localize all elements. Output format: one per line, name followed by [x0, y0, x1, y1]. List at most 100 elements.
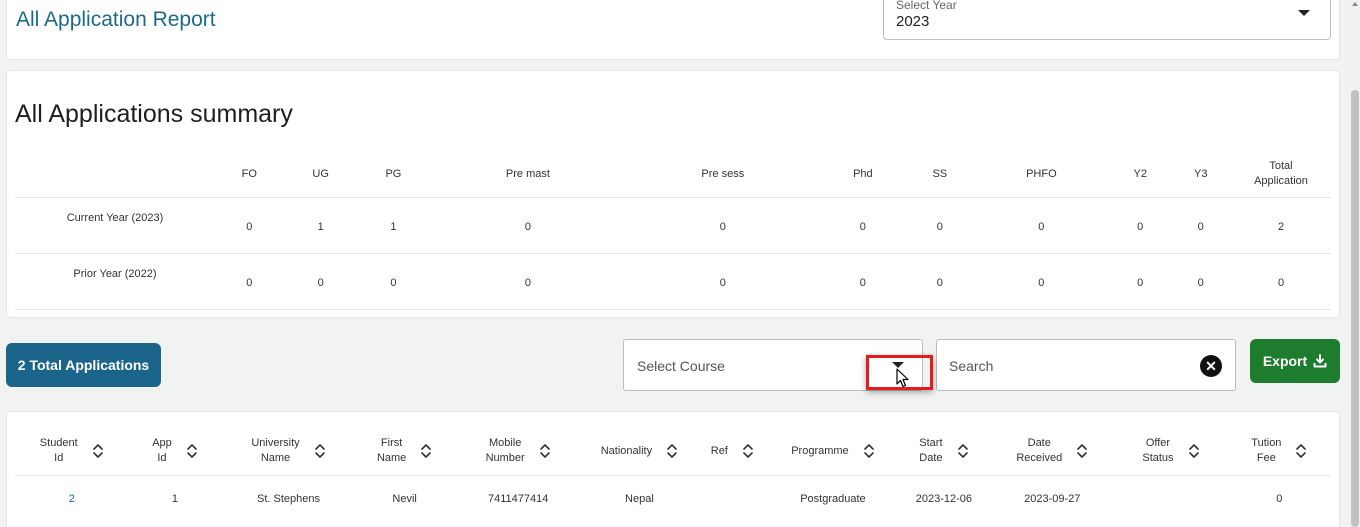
summary-cell: 0 [626, 196, 819, 253]
table-cell: 2023-09-27 [990, 474, 1115, 523]
table-cell: Postgraduate [768, 474, 898, 523]
scroll-up-icon[interactable] [1352, 2, 1358, 6]
close-circle-icon[interactable]: ✕ [1200, 355, 1222, 377]
summary-row: Current Year (2023) 0 1 1 0 0 0 0 0 0 0 2 [15, 196, 1331, 253]
applications-card: Student Id App Id University Name First Name Mob… [6, 411, 1340, 527]
column-header[interactable]: Ref [696, 428, 768, 475]
summary-cell: 0 [1170, 252, 1231, 310]
column-header-label: Student [39, 437, 78, 450]
summary-cell: 2 [1231, 196, 1331, 253]
summary-cell: 0 [818, 252, 907, 310]
summary-column-header: Total Application [1254, 159, 1308, 187]
table-cell [696, 474, 769, 523]
sort-icon[interactable] [863, 443, 875, 459]
column-header-label: Received [1016, 452, 1063, 465]
column-header-label: Tution [1251, 437, 1282, 450]
course-select-placeholder: Select Course [637, 358, 725, 374]
column-header-label: Number [485, 452, 525, 465]
table-cell: 2 [15, 474, 129, 523]
table-cell: 7411477414 [453, 474, 583, 523]
summary-cell: 0 [626, 252, 819, 310]
summary-column-header: SS [932, 167, 948, 180]
summary-cell: 1 [283, 196, 358, 253]
summary-column-header: UG [312, 167, 329, 180]
export-button-label: Export [1262, 353, 1308, 369]
page-title: All Application Report [16, 8, 216, 31]
sort-icon[interactable] [186, 443, 198, 459]
column-header-label: Id [157, 452, 167, 465]
sort-icon[interactable] [957, 443, 969, 459]
summary-cell: 0 [1170, 196, 1231, 253]
summary-column-header: Pre mast [505, 167, 550, 180]
caret-down-icon[interactable] [1298, 10, 1310, 16]
column-header[interactable]: Programme [768, 428, 897, 475]
summary-cell: 0 [1109, 252, 1171, 310]
summary-column-header: Pre sess [701, 167, 745, 180]
year-select-value: 2023 [896, 13, 930, 30]
column-header[interactable]: Start Date [897, 428, 990, 475]
sort-icon[interactable] [1295, 443, 1307, 459]
summary-title: All Applications summary [15, 100, 293, 128]
summary-cell: 0 [906, 196, 973, 253]
column-header-label: Offer [1145, 437, 1171, 450]
table-row[interactable]: 2 1 St. Stephens Nevil 7411477414 Nepal Postgr… [15, 474, 1331, 523]
year-select[interactable]: Select Year 2023 [883, 0, 1331, 40]
column-header[interactable]: Tution Fee [1228, 428, 1331, 475]
column-header-label: Start [919, 437, 943, 450]
sort-icon[interactable] [1076, 443, 1088, 459]
sort-icon[interactable] [92, 443, 104, 459]
summary-cell: 0 [357, 252, 430, 310]
search-input[interactable] [949, 356, 1189, 376]
column-header[interactable]: Mobile Number [454, 428, 583, 475]
summary-row: Prior Year (2022) 0 0 0 0 0 0 0 0 0 0 0 [15, 252, 1331, 310]
search-box[interactable]: ✕ [936, 339, 1236, 391]
summary-cell: 0 [283, 252, 358, 310]
column-header[interactable]: Student Id [15, 428, 129, 475]
year-select-label: Select Year [896, 0, 957, 12]
table-cell: St. Stephens [221, 474, 356, 523]
summary-cell: 0 [429, 252, 627, 310]
summary-column-header: FO [241, 167, 257, 180]
column-header[interactable]: First Name [356, 428, 454, 475]
column-header-label: Ref [710, 444, 728, 457]
summary-cell: 0 [906, 252, 973, 310]
column-header[interactable]: Date Received [990, 428, 1114, 475]
column-header-label: Date [919, 452, 943, 465]
sort-icon[interactable] [666, 443, 678, 459]
summary-cell: 0 [1231, 252, 1331, 310]
column-header-label: Name [376, 452, 407, 465]
column-header[interactable]: Offer Status [1114, 428, 1228, 475]
sort-icon[interactable] [420, 443, 432, 459]
summary-column-header: PG [385, 167, 402, 180]
summary-cell: 0 [215, 252, 284, 310]
summary-table: FO UG PG Pre mast Pre sess Phd SS PHFO Y2 Y3 Total… [15, 151, 1331, 310]
column-header-label: First [380, 437, 403, 450]
download-icon [1313, 354, 1327, 368]
summary-cell: 0 [972, 196, 1110, 253]
column-header[interactable]: Nationality [583, 428, 697, 475]
sort-icon[interactable] [539, 443, 551, 459]
summary-cell: 0 [215, 196, 284, 253]
table-cell: Nepal [582, 474, 697, 523]
column-header-label: Programme [791, 444, 849, 457]
summary-cell: 0 [818, 196, 907, 253]
sort-icon[interactable] [742, 443, 754, 459]
column-header-label: University [251, 437, 300, 450]
total-applications-button[interactable]: 2 Total Applications [6, 343, 161, 387]
table-cell: 0 [1227, 474, 1331, 523]
column-header-label: Nationality [600, 444, 653, 457]
column-header-label: Id [54, 452, 64, 465]
sort-icon[interactable] [1188, 443, 1200, 459]
summary-cell: 0 [429, 196, 627, 253]
column-header[interactable]: University Name [221, 428, 355, 475]
column-header[interactable]: App Id [129, 428, 222, 475]
column-header-label: Name [260, 452, 291, 465]
summary-column-header: Y2 [1133, 167, 1147, 180]
scrollbar-thumb[interactable] [1351, 90, 1359, 527]
summary-cell: 0 [1109, 196, 1171, 253]
export-button[interactable]: Export [1250, 339, 1340, 383]
sort-icon[interactable] [314, 443, 326, 459]
scrollbar[interactable] [1350, 0, 1360, 527]
column-header-label: App [152, 437, 172, 450]
header-card: All Application Report Select Year 2023 [6, 0, 1340, 60]
